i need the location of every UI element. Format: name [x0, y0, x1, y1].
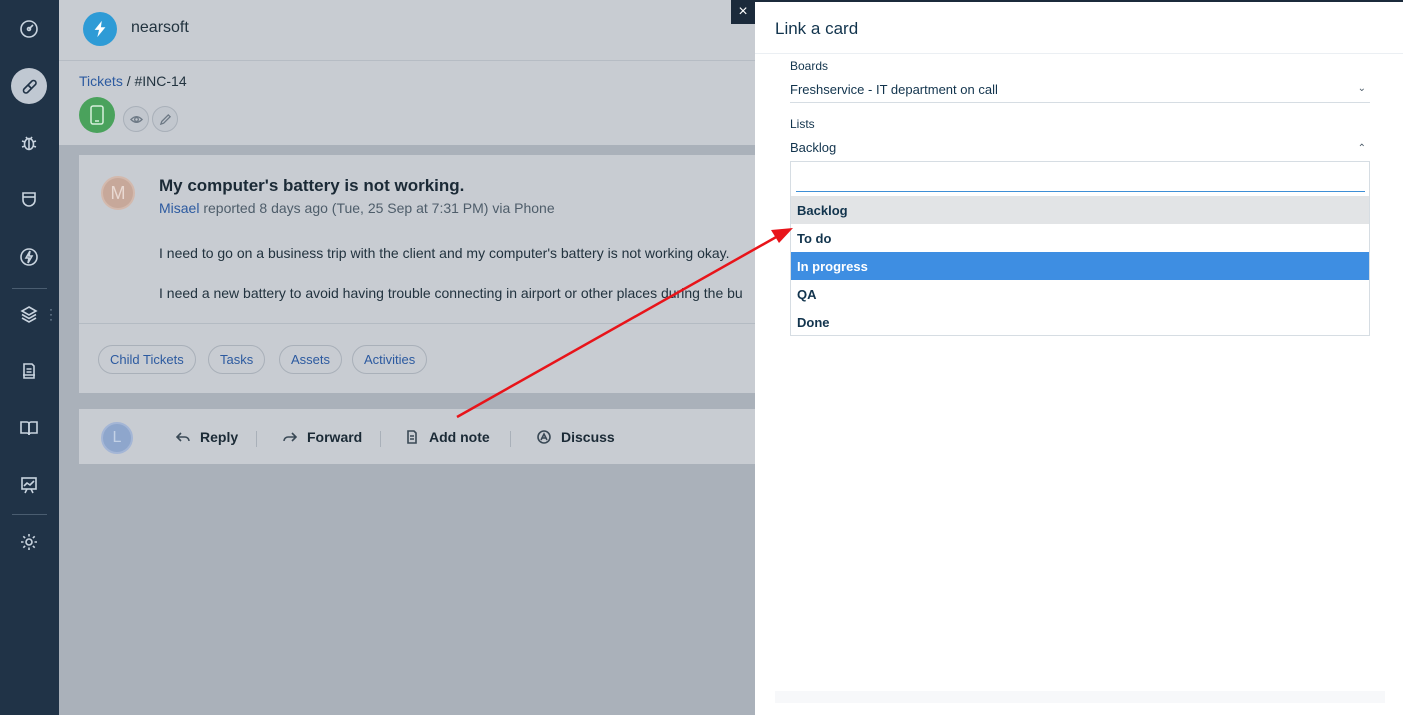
solutions-icon[interactable] [13, 412, 45, 444]
breadcrumb-current: #INC-14 [134, 73, 187, 89]
reply-icon [176, 432, 190, 442]
action-separator [510, 431, 511, 447]
panel-divider [755, 53, 1403, 54]
ticket-description-line: I need a new battery to avoid having tro… [159, 285, 743, 301]
add-note-label: Add note [429, 429, 490, 445]
action-separator [256, 431, 257, 447]
tab-activities[interactable]: Activities [352, 345, 428, 374]
releases-icon[interactable] [13, 241, 45, 273]
breadcrumb: Tickets / #INC-14 [79, 73, 187, 89]
lists-label: Lists [790, 117, 815, 131]
breadcrumb-separator: / [122, 73, 135, 89]
ticket-card: M My computer's battery is not working. … [79, 155, 755, 393]
problems-icon[interactable] [13, 127, 45, 159]
chevron-down-icon: ⌄ [1357, 83, 1366, 94]
list-option-in-progress[interactable]: In progress [791, 252, 1369, 280]
card-divider [79, 323, 755, 324]
edit-icon[interactable] [152, 106, 178, 132]
action-separator [380, 431, 381, 447]
app-sidebar: · · · [0, 0, 59, 715]
ticket-subject: My computer's battery is not working. [159, 176, 465, 195]
tab-assets[interactable]: Assets [279, 345, 343, 374]
boards-select-underline [790, 102, 1370, 103]
forward-button[interactable]: Forward [283, 429, 362, 445]
tab-child-tickets[interactable]: Child Tickets [98, 345, 196, 374]
assets-icon[interactable] [13, 298, 45, 330]
sidebar-divider [12, 514, 47, 515]
boards-label: Boards [790, 59, 829, 73]
tickets-icon[interactable] [11, 68, 47, 104]
link-card-panel: Link a card Boards Freshservice - IT dep… [755, 0, 1403, 715]
discuss-button[interactable]: Discuss [537, 429, 615, 445]
reply-label: Reply [200, 429, 239, 445]
phone-source-icon [79, 97, 115, 133]
discuss-icon [537, 430, 551, 444]
forward-icon [283, 432, 297, 442]
panel-footer [775, 691, 1385, 703]
add-note-button[interactable]: Add note [405, 429, 490, 445]
settings-icon[interactable] [13, 526, 45, 558]
tab-tasks[interactable]: Tasks [208, 345, 266, 374]
sidebar-divider [12, 288, 47, 289]
lists-dropdown: Backlog To do In progress QA Done [790, 161, 1370, 336]
ticket-page-overlay: nearsoft Tickets / #INC-14 M My computer… [59, 0, 755, 715]
contracts-icon[interactable] [13, 355, 45, 387]
list-option-backlog[interactable]: Backlog [791, 196, 1369, 224]
boards-value: Freshservice - IT department on call [790, 82, 998, 97]
list-option-done[interactable]: Done [791, 308, 1369, 336]
reply-button[interactable]: Reply [176, 429, 238, 445]
top-bar: nearsoft [59, 0, 755, 61]
requester-link[interactable]: Misael [159, 200, 199, 216]
forward-label: Forward [307, 429, 363, 445]
lists-value: Backlog [790, 140, 837, 155]
note-icon [407, 430, 417, 444]
list-option-qa[interactable]: QA [791, 280, 1369, 308]
lists-search-input[interactable] [796, 169, 1365, 192]
breadcrumb-tickets-link[interactable]: Tickets [79, 73, 123, 89]
lists-select[interactable]: Backlog ⌃ [790, 140, 1370, 155]
close-panel-button[interactable]: × [731, 0, 755, 24]
dashboard-icon[interactable] [13, 13, 45, 45]
ticket-description-line: I need to go on a business trip with the… [159, 245, 730, 261]
more-dots-icon[interactable]: · · · [49, 303, 53, 325]
agent-avatar: L [101, 422, 133, 454]
reply-bar: L Reply Forward Add note Discuss [79, 409, 755, 464]
boards-select[interactable]: Freshservice - IT department on call ⌄ [790, 82, 1370, 97]
freshservice-logo-icon [83, 12, 117, 46]
ticket-meta: Misael reported 8 days ago (Tue, 25 Sep … [159, 200, 555, 216]
panel-title: Link a card [775, 19, 859, 38]
workspace-name: nearsoft [131, 19, 189, 36]
requester-avatar: M [101, 176, 135, 210]
chevron-up-icon: ⌃ [1357, 143, 1366, 154]
discuss-label: Discuss [561, 429, 615, 445]
ticket-meta-text: reported 8 days ago (Tue, 25 Sep at 7:31… [199, 200, 555, 216]
changes-icon[interactable] [13, 184, 45, 216]
reports-icon[interactable] [13, 469, 45, 501]
list-option-to-do[interactable]: To do [791, 224, 1369, 252]
ticket-subheader: Tickets / #INC-14 [59, 61, 755, 145]
watch-icon[interactable] [123, 106, 149, 132]
